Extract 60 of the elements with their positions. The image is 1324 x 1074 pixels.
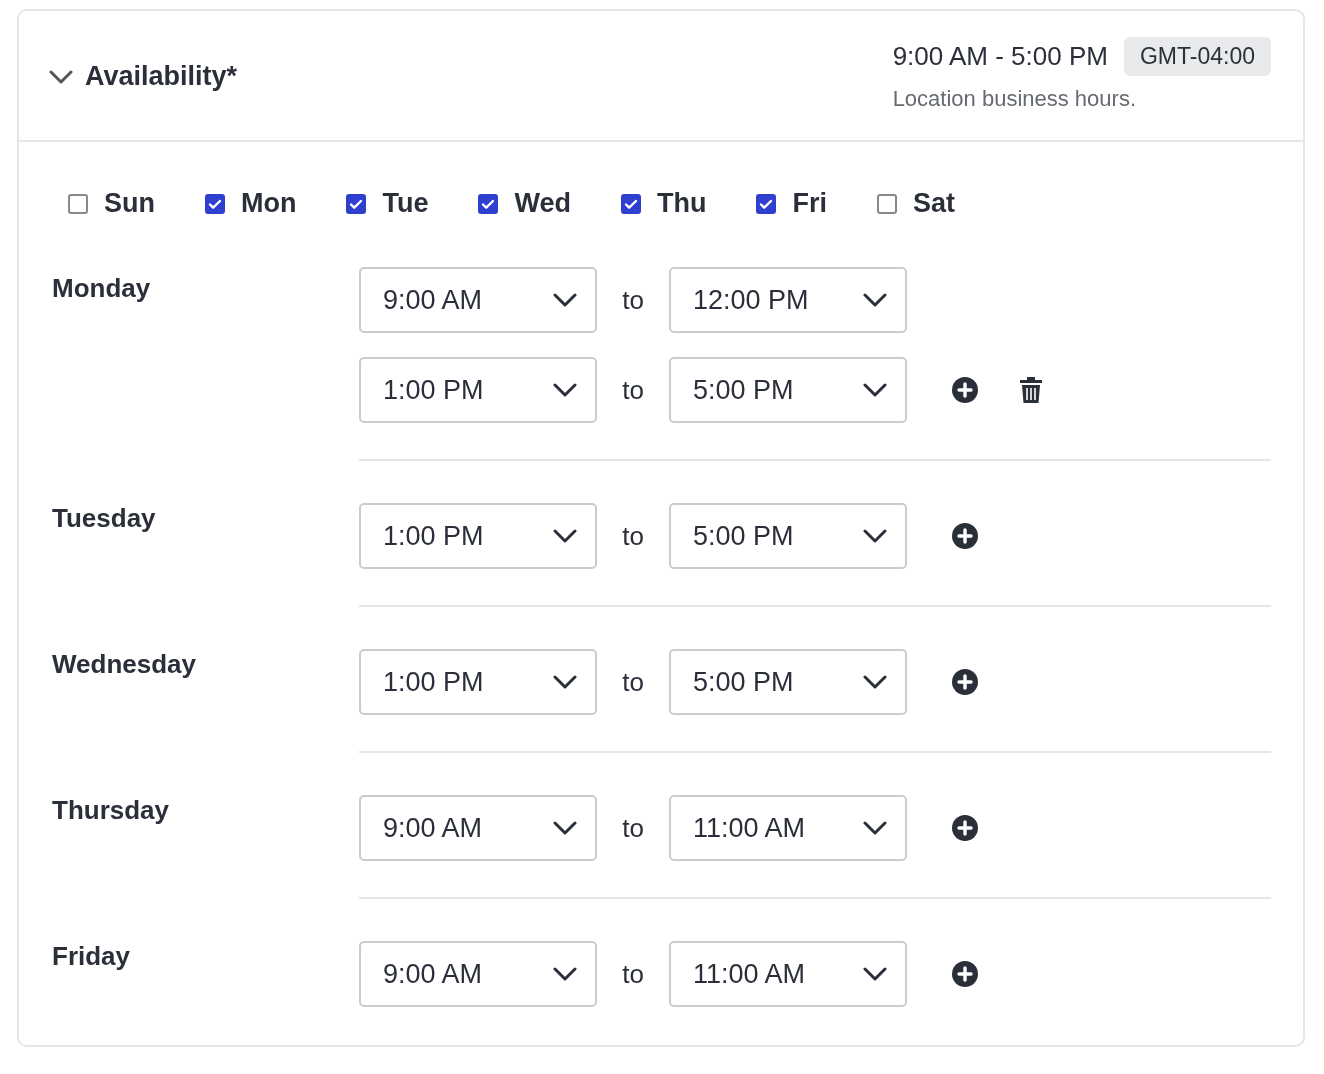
time-select[interactable]: 5:00 PM bbox=[669, 503, 907, 569]
business-hours: 9:00 AM - 5:00 PM bbox=[892, 41, 1108, 72]
add-circle-icon[interactable] bbox=[951, 522, 979, 550]
time-select[interactable]: 9:00 AM bbox=[359, 267, 597, 333]
day-label: Wed bbox=[514, 188, 571, 219]
day-checkbox[interactable] bbox=[877, 193, 897, 214]
day-checkbox[interactable] bbox=[478, 193, 499, 214]
section-title: Availability* bbox=[85, 61, 238, 92]
chevron-down-icon bbox=[863, 821, 887, 835]
time-select[interactable]: 9:00 AM bbox=[359, 795, 597, 861]
add-circle-icon[interactable] bbox=[951, 376, 979, 404]
chevron-down-icon bbox=[863, 675, 887, 689]
chevron-down-icon bbox=[553, 967, 577, 981]
time-select[interactable]: 1:00 PM bbox=[359, 503, 597, 569]
day-label: Sat bbox=[913, 188, 956, 219]
chevron-down-icon[interactable] bbox=[49, 69, 73, 84]
add-circle-icon[interactable] bbox=[951, 960, 979, 988]
chevron-down-icon bbox=[553, 529, 577, 543]
day-label: Thu bbox=[657, 188, 707, 219]
day-checkbox[interactable] bbox=[756, 193, 777, 214]
to-label: to bbox=[621, 812, 645, 844]
chevron-down-icon bbox=[553, 293, 577, 307]
time-select[interactable]: 12:00 PM bbox=[669, 267, 907, 333]
chevron-down-icon bbox=[553, 675, 577, 689]
chevron-down-icon bbox=[863, 293, 887, 307]
time-select[interactable]: 5:00 PM bbox=[669, 357, 907, 423]
day-name: Tuesday bbox=[52, 502, 157, 535]
chevron-down-icon bbox=[863, 967, 887, 981]
day-checkbox[interactable] bbox=[621, 193, 641, 214]
to-label: to bbox=[621, 284, 645, 316]
to-label: to bbox=[621, 520, 645, 552]
day-label: Sun bbox=[104, 188, 155, 219]
add-circle-icon[interactable] bbox=[951, 814, 979, 842]
add-circle-icon[interactable] bbox=[951, 668, 979, 696]
time-select[interactable]: 9:00 AM bbox=[359, 941, 597, 1007]
day-checkbox[interactable] bbox=[346, 193, 367, 214]
chevron-down-icon bbox=[863, 383, 887, 397]
day-name: Monday bbox=[52, 272, 152, 305]
day-name: Thursday bbox=[52, 794, 171, 827]
day-name: Wednesday bbox=[52, 648, 197, 681]
time-select[interactable]: 1:00 PM bbox=[359, 649, 597, 715]
to-label: to bbox=[621, 666, 645, 698]
day-checkbox[interactable] bbox=[68, 193, 88, 214]
day-checkbox[interactable] bbox=[205, 193, 225, 214]
to-label: to bbox=[621, 958, 645, 990]
time-select[interactable]: 11:00 AM bbox=[669, 795, 907, 861]
hours-note: Location business hours. bbox=[892, 86, 1137, 112]
trash-icon[interactable] bbox=[1019, 376, 1043, 404]
time-select[interactable]: 11:00 AM bbox=[669, 941, 907, 1007]
chevron-down-icon bbox=[863, 529, 887, 543]
day-label: Fri bbox=[792, 188, 827, 219]
time-select[interactable]: 5:00 PM bbox=[669, 649, 907, 715]
time-select[interactable]: 1:00 PM bbox=[359, 357, 597, 423]
chevron-down-icon bbox=[553, 383, 577, 397]
to-label: to bbox=[621, 374, 645, 406]
chevron-down-icon bbox=[553, 821, 577, 835]
day-name: Friday bbox=[52, 940, 132, 973]
timezone-badge: GMT-04:00 bbox=[1123, 37, 1271, 76]
day-label: Tue bbox=[382, 188, 429, 219]
day-label: Mon bbox=[241, 188, 297, 219]
